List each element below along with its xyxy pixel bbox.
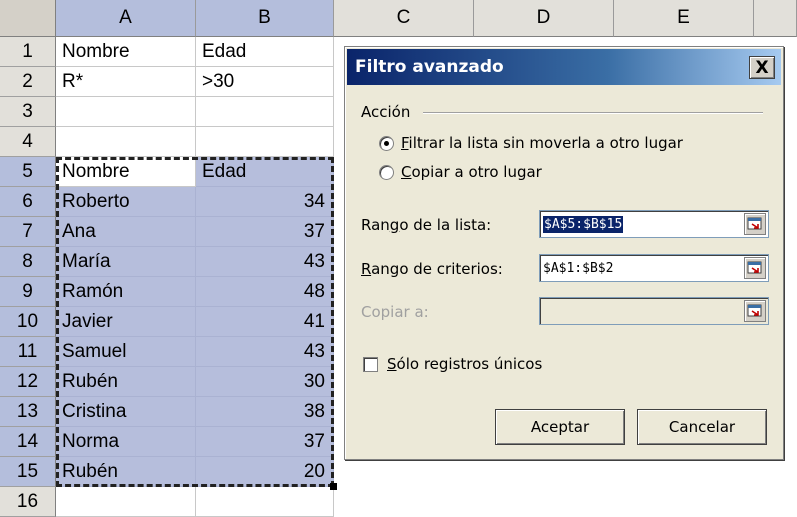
- criteria-range-label: Rango de criterios:: [361, 260, 503, 278]
- column-header-a[interactable]: A: [56, 0, 196, 37]
- row-header-3[interactable]: 3: [0, 97, 56, 127]
- select-all-corner[interactable]: [0, 0, 56, 37]
- table-row-age[interactable]: 41: [196, 307, 334, 337]
- row-header-7[interactable]: 7: [0, 217, 56, 247]
- close-icon: X: [755, 57, 769, 78]
- row-header-4[interactable]: 4: [0, 127, 56, 157]
- table-row-name[interactable]: Ana: [56, 217, 196, 247]
- cell-b4[interactable]: [196, 127, 334, 157]
- cell-b2[interactable]: >30: [196, 67, 334, 97]
- table-row-age[interactable]: 37: [196, 217, 334, 247]
- advanced-filter-dialog: Filtro avanzado X Acción Filtrar la list…: [344, 46, 784, 460]
- radio-copy-to-other-label[interactable]: Copiar a otro lugar: [401, 163, 542, 181]
- cell-a1[interactable]: Nombre: [56, 37, 196, 67]
- row-header-9[interactable]: 9: [0, 277, 56, 307]
- range-select-icon: [747, 217, 762, 230]
- collapse-dialog-button[interactable]: [744, 257, 766, 279]
- close-button[interactable]: X: [749, 56, 775, 79]
- dialog-title: Filtro avanzado: [355, 57, 504, 77]
- table-row-age[interactable]: 30: [196, 367, 334, 397]
- table-row-age[interactable]: 48: [196, 277, 334, 307]
- row-header-1[interactable]: 1: [0, 37, 56, 67]
- row-header-6[interactable]: 6: [0, 187, 56, 217]
- column-header-b[interactable]: B: [196, 0, 334, 37]
- row-header-2[interactable]: 2: [0, 67, 56, 97]
- accelerator-key: g: [389, 216, 400, 234]
- copy-to-input[interactable]: [539, 297, 769, 325]
- radio-selected-dot: [384, 141, 389, 146]
- cell-a4[interactable]: [56, 127, 196, 157]
- table-row-name[interactable]: Ramón: [56, 277, 196, 307]
- column-header-c[interactable]: C: [334, 0, 474, 37]
- table-row-age[interactable]: 43: [196, 337, 334, 367]
- row-header-11[interactable]: 11: [0, 337, 56, 367]
- list-range-value: $A$5:$B$15: [543, 215, 624, 233]
- label-text: opiar a otro lugar: [411, 163, 542, 181]
- cell-a16[interactable]: [56, 487, 196, 517]
- row-header-15[interactable]: 15: [0, 457, 56, 487]
- table-row-name[interactable]: Rubén: [56, 367, 196, 397]
- table-row-age[interactable]: 38: [196, 397, 334, 427]
- criteria-range-input[interactable]: $A$1:$B$2: [539, 254, 769, 282]
- accelerator-key: F: [401, 134, 409, 152]
- label-text: ólo registros únicos: [396, 355, 543, 373]
- radio-filter-in-place-label[interactable]: Filtrar la lista sin moverla a otro luga…: [401, 134, 683, 152]
- accelerator-key: S: [387, 355, 397, 373]
- column-header-f[interactable]: [754, 0, 797, 37]
- table-row-age[interactable]: 43: [196, 247, 334, 277]
- accelerator-key: R: [361, 260, 372, 278]
- table-row-name[interactable]: María: [56, 247, 196, 277]
- cell-a3[interactable]: [56, 97, 196, 127]
- range-select-icon: [747, 304, 762, 317]
- row-header-13[interactable]: 13: [0, 397, 56, 427]
- action-group-label: Acción: [361, 103, 411, 121]
- ok-button[interactable]: Aceptar: [495, 409, 625, 445]
- row-header-14[interactable]: 14: [0, 427, 56, 457]
- dialog-title-bar[interactable]: Filtro avanzado X: [347, 49, 781, 85]
- table-row-name[interactable]: Javier: [56, 307, 196, 337]
- collapse-dialog-button[interactable]: [744, 300, 766, 322]
- copy-to-label: Copiar a:: [361, 303, 429, 321]
- range-select-icon: [747, 261, 762, 274]
- table-row-age[interactable]: 20: [196, 457, 334, 487]
- cancel-button[interactable]: Cancelar: [637, 409, 767, 445]
- column-header-e[interactable]: E: [614, 0, 754, 37]
- accelerator-key: C: [401, 163, 412, 181]
- criteria-range-value: $A$1:$B$2: [543, 260, 614, 276]
- table-row-name[interactable]: Cristina: [56, 397, 196, 427]
- cell-b3[interactable]: [196, 97, 334, 127]
- table-row-name[interactable]: Roberto: [56, 187, 196, 217]
- group-divider: [423, 112, 763, 114]
- list-range-input[interactable]: $A$5:$B$15: [539, 210, 769, 238]
- list-range-label: Rango de la lista:: [361, 216, 491, 234]
- label-text: o de la lista:: [399, 216, 492, 234]
- table-row-age[interactable]: 37: [196, 427, 334, 457]
- fill-handle[interactable]: [330, 483, 337, 490]
- label-text: iltrar la lista sin moverla a otro lugar: [408, 134, 683, 152]
- row-header-8[interactable]: 8: [0, 247, 56, 277]
- row-header-16[interactable]: 16: [0, 487, 56, 517]
- column-header-d[interactable]: D: [474, 0, 614, 37]
- row-header-10[interactable]: 10: [0, 307, 56, 337]
- unique-records-checkbox[interactable]: [363, 357, 378, 372]
- row-header-5[interactable]: 5: [0, 157, 56, 187]
- table-row-name[interactable]: Norma: [56, 427, 196, 457]
- row-header-12[interactable]: 12: [0, 367, 56, 397]
- radio-copy-to-other[interactable]: [379, 165, 394, 180]
- label-text: Ran: [361, 216, 390, 234]
- table-row-age[interactable]: 34: [196, 187, 334, 217]
- cell-b5[interactable]: Edad: [196, 157, 334, 187]
- collapse-dialog-button[interactable]: [744, 213, 766, 235]
- radio-filter-in-place[interactable]: [379, 136, 394, 151]
- unique-records-label[interactable]: Sólo registros únicos: [387, 355, 542, 373]
- cell-b1[interactable]: Edad: [196, 37, 334, 67]
- label-text: ango de criterios:: [371, 260, 503, 278]
- table-row-name[interactable]: Samuel: [56, 337, 196, 367]
- table-row-name[interactable]: Rubén: [56, 457, 196, 487]
- cell-a2[interactable]: R*: [56, 67, 196, 97]
- cell-b16[interactable]: [196, 487, 334, 517]
- cell-a5[interactable]: Nombre: [56, 157, 196, 187]
